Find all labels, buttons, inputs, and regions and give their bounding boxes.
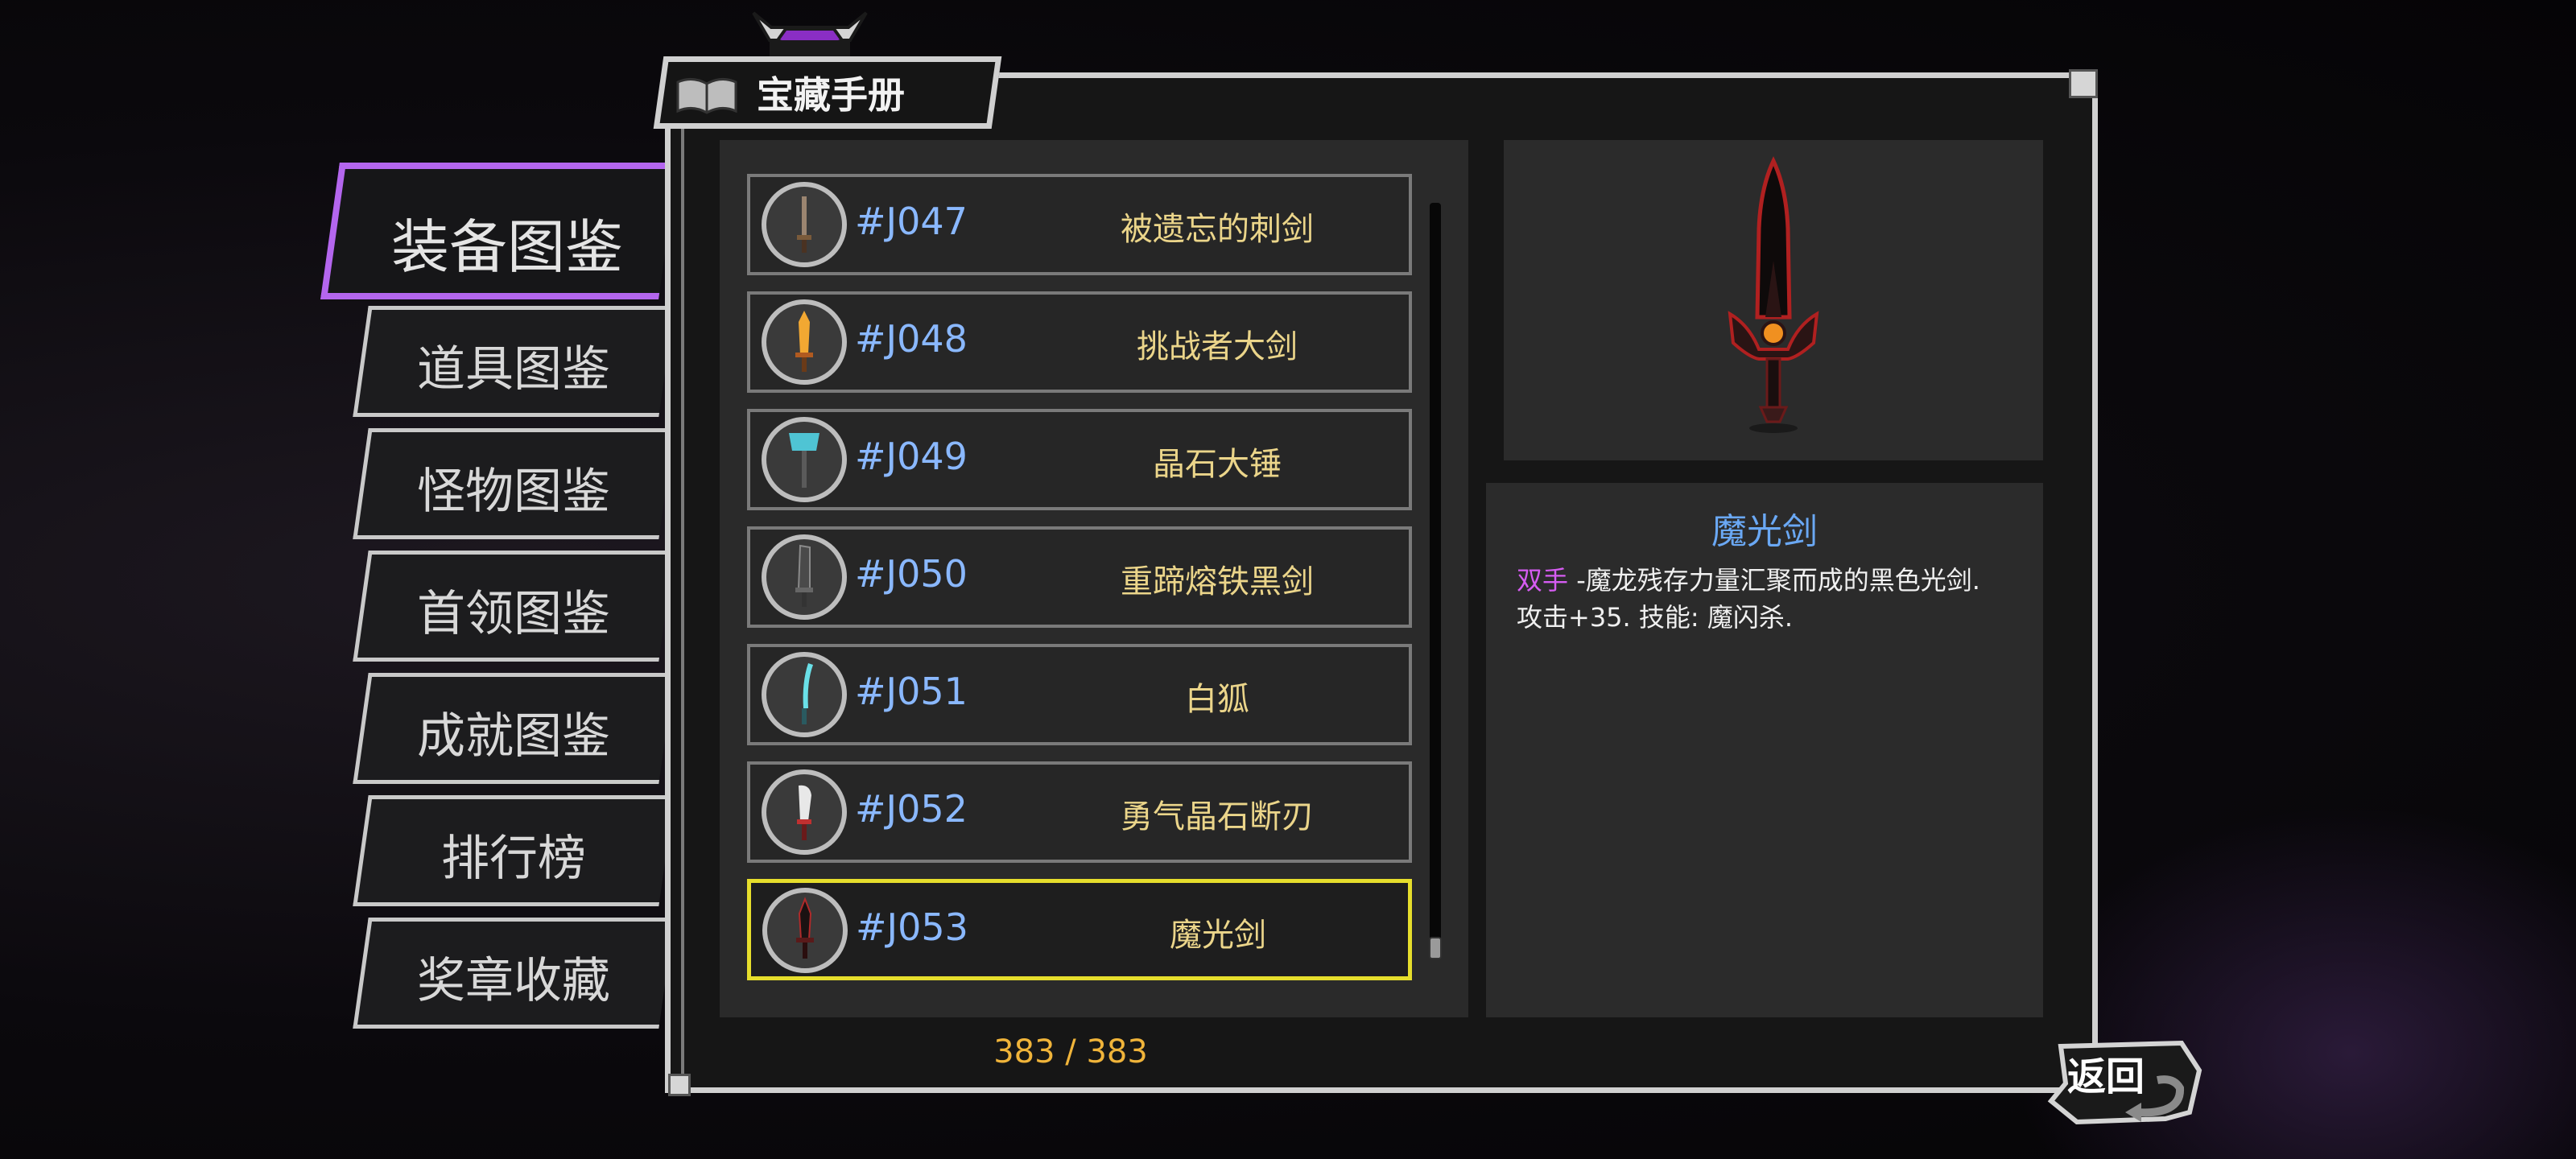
back-button[interactable] bbox=[2045, 1038, 2206, 1127]
tab-achievements[interactable] bbox=[353, 673, 675, 784]
white-fox-blade-icon bbox=[762, 652, 847, 737]
item-title: 魔光剑 bbox=[1711, 511, 1818, 552]
greatsword-icon bbox=[762, 299, 847, 385]
item-code: #J052 bbox=[855, 787, 968, 831]
item-name: 白狐 bbox=[1185, 681, 1249, 718]
corner-ornament-top-right bbox=[2069, 69, 2098, 98]
item-preview bbox=[1504, 140, 2043, 460]
list-item-selected[interactable]: #J053 魔光剑 bbox=[747, 879, 1412, 980]
item-code: #J050 bbox=[855, 552, 968, 596]
item-name: 晶石大锤 bbox=[1153, 446, 1282, 483]
broken-blade-icon bbox=[762, 769, 847, 855]
demon-sword-icon bbox=[1728, 156, 1819, 433]
list-item[interactable]: #J052 勇气晶石断刃 bbox=[747, 761, 1412, 863]
tab-equipment[interactable] bbox=[320, 163, 678, 299]
item-code: #J049 bbox=[855, 435, 968, 478]
item-stats: 攻击+35. 技能: 魔闪杀. bbox=[1517, 602, 1794, 633]
item-name: 重蹄熔铁黑剑 bbox=[1121, 563, 1314, 600]
list-item[interactable]: #J051 白狐 bbox=[747, 644, 1412, 745]
item-name: 魔光剑 bbox=[1170, 917, 1266, 954]
list-scrollbar[interactable] bbox=[1430, 203, 1441, 959]
tab-monsters[interactable] bbox=[353, 428, 675, 539]
demon-sword-icon bbox=[762, 888, 848, 973]
weapon-type-tag: 双手 bbox=[1517, 565, 1569, 596]
tab-items[interactable] bbox=[353, 306, 675, 417]
collection-count: 383 / 383 bbox=[993, 1033, 1148, 1070]
list-item[interactable]: #J050 重蹄熔铁黑剑 bbox=[747, 526, 1412, 628]
item-code: #J051 bbox=[855, 670, 968, 713]
list-item[interactable]: #J048 挑战者大剑 bbox=[747, 291, 1412, 393]
crystal-hammer-icon bbox=[762, 417, 847, 502]
item-lore: -魔龙残存力量汇聚而成的黑色光剑. bbox=[1568, 565, 1980, 596]
item-name: 挑战者大剑 bbox=[1137, 328, 1298, 365]
item-code: #J053 bbox=[856, 905, 968, 949]
scrollbar-thumb[interactable] bbox=[1429, 937, 1442, 959]
list-item[interactable]: #J047 被遗忘的刺剑 bbox=[747, 174, 1412, 275]
page-title: 宝藏手册 bbox=[757, 73, 905, 117]
corner-ornament-bottom-left bbox=[668, 1074, 691, 1096]
item-code: #J047 bbox=[855, 200, 968, 243]
item-description: 双手 -魔龙残存力量汇聚而成的黑色光剑. 攻击+35. 技能: 魔闪杀. bbox=[1517, 562, 2032, 636]
item-code: #J048 bbox=[855, 317, 968, 361]
item-name: 被遗忘的刺剑 bbox=[1121, 211, 1314, 248]
tab-medals[interactable] bbox=[353, 918, 675, 1029]
tab-leaderboard[interactable] bbox=[353, 795, 675, 906]
item-name: 勇气晶石断刃 bbox=[1121, 798, 1314, 835]
black-sword-icon bbox=[762, 534, 847, 620]
list-item[interactable]: #J049 晶石大锤 bbox=[747, 409, 1412, 510]
panel-divider bbox=[1486, 460, 2043, 483]
book-icon bbox=[676, 78, 737, 114]
rapier-icon bbox=[762, 182, 847, 267]
tab-bosses[interactable] bbox=[353, 551, 675, 662]
